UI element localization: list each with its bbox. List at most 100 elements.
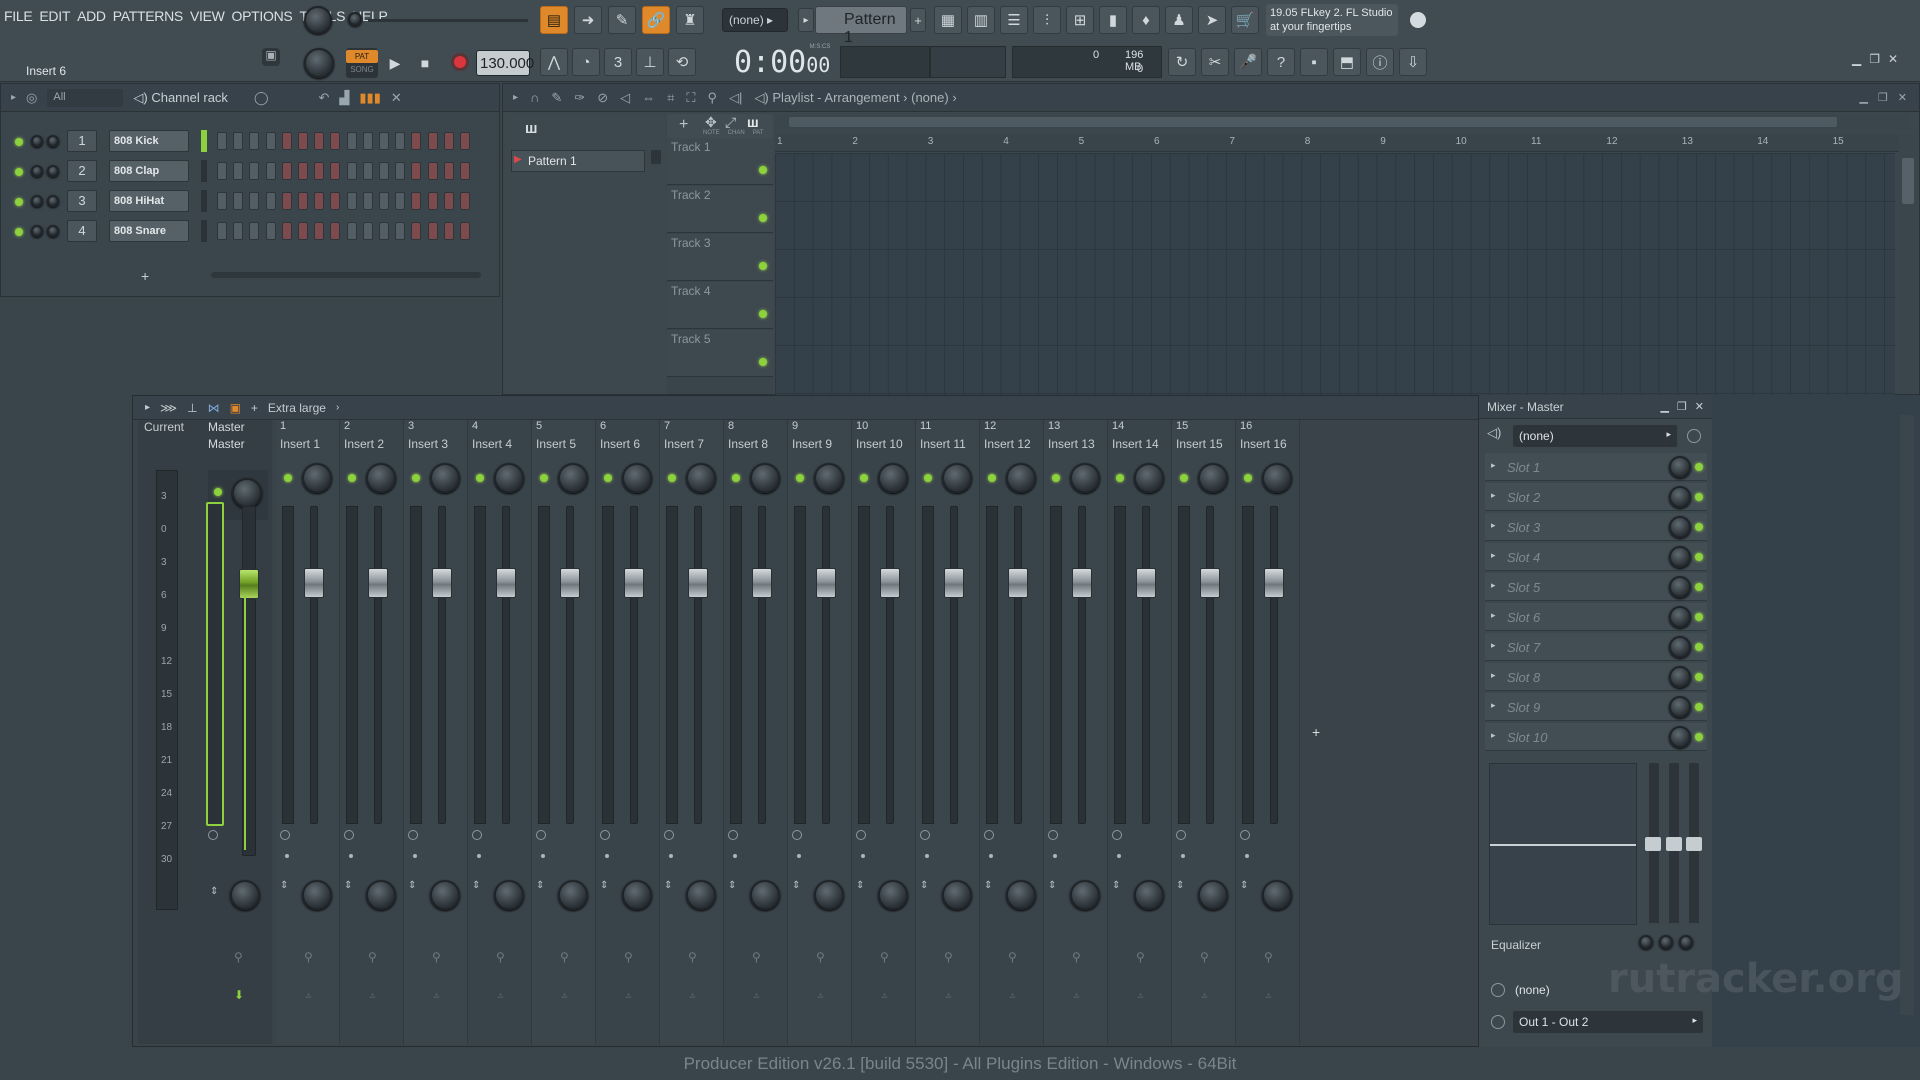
insert-route-arrow-icon[interactable]: ▵: [306, 990, 311, 1001]
mixer-insert-strip[interactable]: 12 Insert 12 ⇕ ⚲ ▵: [980, 420, 1044, 1045]
insert-stereo-sep-icon[interactable]: [1112, 830, 1122, 840]
step-button[interactable]: [395, 222, 406, 240]
slot-enable-led[interactable]: [1695, 643, 1703, 651]
effect-slot[interactable]: ▸ Slot 7: [1485, 633, 1707, 661]
slip-tool-icon[interactable]: ⇔: [642, 90, 655, 105]
insert-pan-knob[interactable]: [1198, 463, 1228, 493]
insert-route-icon[interactable]: ⚲: [560, 950, 569, 964]
mixer-insert-strip[interactable]: 7 Insert 7 ⇕ ⚲ ▵: [660, 420, 724, 1045]
track-header[interactable]: Track 5: [667, 330, 773, 377]
help-icon[interactable]: ?: [1267, 48, 1295, 76]
insert-enable-led[interactable]: [860, 474, 868, 482]
insert-route-icon[interactable]: ⚲: [880, 950, 889, 964]
insert-route-icon[interactable]: ⚲: [688, 950, 697, 964]
channel-rack-scrollbar[interactable]: [211, 272, 481, 278]
insert-stereo-sep-icon[interactable]: [664, 830, 674, 840]
effect-slot[interactable]: ▸ Slot 4: [1485, 543, 1707, 571]
step-button[interactable]: [411, 132, 422, 150]
main-pitch-knob[interactable]: [304, 48, 334, 78]
insert-enable-led[interactable]: [1244, 474, 1252, 482]
step-button[interactable]: [411, 162, 422, 180]
insert-enable-led[interactable]: [412, 474, 420, 482]
insert-swap-icon[interactable]: ⇕: [984, 880, 992, 891]
slot-enable-led[interactable]: [1695, 673, 1703, 681]
step-button[interactable]: [233, 222, 244, 240]
insert-swap-icon[interactable]: ⇕: [408, 880, 416, 891]
insert-volume-knob[interactable]: [1198, 880, 1228, 910]
maximize-icon[interactable]: ❐: [1869, 52, 1880, 66]
insert-pan-knob[interactable]: [814, 463, 844, 493]
step-button[interactable]: [460, 222, 470, 240]
mixer-insert-strip[interactable]: 16 Insert 16 ⇕ ⚲ ▵: [1236, 420, 1300, 1045]
mixer-tools-icon[interactable]: ⋙: [160, 401, 177, 415]
insert-volume-knob[interactable]: [686, 880, 716, 910]
track-enable-led[interactable]: [759, 214, 767, 222]
insert-stereo-sep-icon[interactable]: [856, 830, 866, 840]
insert-enable-led[interactable]: [988, 474, 996, 482]
playlist-arrow-icon[interactable]: ▸: [513, 92, 518, 103]
zoom-tool-icon[interactable]: ⚲: [708, 90, 718, 106]
metronome-toggle-icon[interactable]: ⋀: [540, 48, 568, 76]
close-channel-rack-icon[interactable]: ✕: [391, 90, 402, 106]
master-volume-knob[interactable]: [304, 6, 332, 34]
paint-tool-icon[interactable]: ✑: [574, 90, 585, 106]
effect-slot[interactable]: ▸ Slot 2: [1485, 483, 1707, 511]
channel-pan-knob[interactable]: [31, 225, 43, 237]
loop-record-icon[interactable]: ⟲: [668, 48, 696, 76]
step-button[interactable]: [427, 162, 438, 180]
insert-route-icon[interactable]: ⚲: [1264, 950, 1273, 964]
step-button[interactable]: [298, 192, 308, 210]
output-dropdown[interactable]: Out 1 - Out 2 ▸: [1513, 1011, 1703, 1033]
mixer-add-track-icon[interactable]: +: [1312, 724, 1320, 740]
step-button[interactable]: [443, 192, 454, 210]
step-button[interactable]: [298, 222, 308, 240]
mixer-render-icon[interactable]: ⊥: [187, 401, 197, 415]
picker-pattern-item[interactable]: ▶ Pattern 1: [511, 150, 645, 172]
mixer-insert-strip[interactable]: 2 Insert 2 ⇕ ⚲ ▵: [340, 420, 404, 1045]
channel-name-button[interactable]: 808 Kick: [109, 130, 189, 152]
channel-mixer-track[interactable]: 3: [67, 190, 97, 212]
insert-route-icon[interactable]: ⚲: [1200, 950, 1209, 964]
slot-arrow-icon[interactable]: ▸: [1491, 670, 1496, 681]
mixer-layout-icon[interactable]: ▣: [230, 401, 241, 415]
insert-pan-knob[interactable]: [302, 463, 332, 493]
step-button[interactable]: [443, 132, 454, 150]
mixer-insert-strip[interactable]: 10 Insert 10 ⇕ ⚲ ▵: [852, 420, 916, 1045]
slot-enable-led[interactable]: [1695, 613, 1703, 621]
insert-enable-led[interactable]: [1180, 474, 1188, 482]
insert-stereo-sep-icon[interactable]: [1176, 830, 1186, 840]
channel-filter-dropdown[interactable]: All: [47, 88, 124, 107]
insert-pan-knob[interactable]: [750, 463, 780, 493]
insert-route-icon[interactable]: ⚲: [432, 950, 441, 964]
preset-options-icon[interactable]: [1687, 429, 1701, 443]
insert-volume-knob[interactable]: [942, 880, 972, 910]
mixer-view-label[interactable]: Extra large: [268, 401, 326, 415]
song-position-display[interactable]: 0:00 00 M:S:CS: [734, 42, 830, 80]
step-view-icon[interactable]: ▮▮▮: [359, 90, 380, 106]
insert-enable-led[interactable]: [732, 474, 740, 482]
menu-patterns[interactable]: PATTERNS: [113, 8, 184, 32]
slot-arrow-icon[interactable]: ▸: [1491, 730, 1496, 741]
channel-volume-knob[interactable]: [47, 165, 59, 177]
insert-route-arrow-icon[interactable]: ▵: [562, 990, 567, 1001]
insert-fader-handle[interactable]: [880, 568, 900, 598]
add-track-icon[interactable]: +: [679, 116, 688, 134]
effect-slot[interactable]: ▸ Slot 6: [1485, 603, 1707, 631]
insert-route-arrow-icon[interactable]: ▵: [1138, 990, 1143, 1001]
step-button[interactable]: [379, 192, 389, 210]
pattern-name-field[interactable]: Pattern 1: [815, 6, 907, 46]
move-tool-icon[interactable]: ✥: [705, 114, 717, 131]
master-enable-led[interactable]: [214, 488, 222, 496]
slot-mix-knob[interactable]: [1669, 696, 1691, 718]
step-button[interactable]: [298, 132, 308, 150]
slot-arrow-icon[interactable]: ▸: [1491, 580, 1496, 591]
channel-enable-led[interactable]: [15, 198, 23, 206]
slot-enable-led[interactable]: [1695, 463, 1703, 471]
step-button[interactable]: [265, 192, 276, 210]
recording-icon-button[interactable]: ✎: [608, 6, 636, 34]
insert-fader-handle[interactable]: [1200, 568, 1220, 598]
track-header[interactable]: Track 4: [667, 282, 773, 329]
channel-pan-knob[interactable]: [31, 165, 43, 177]
step-button[interactable]: [460, 132, 470, 150]
insert-fader-handle[interactable]: [560, 568, 580, 598]
